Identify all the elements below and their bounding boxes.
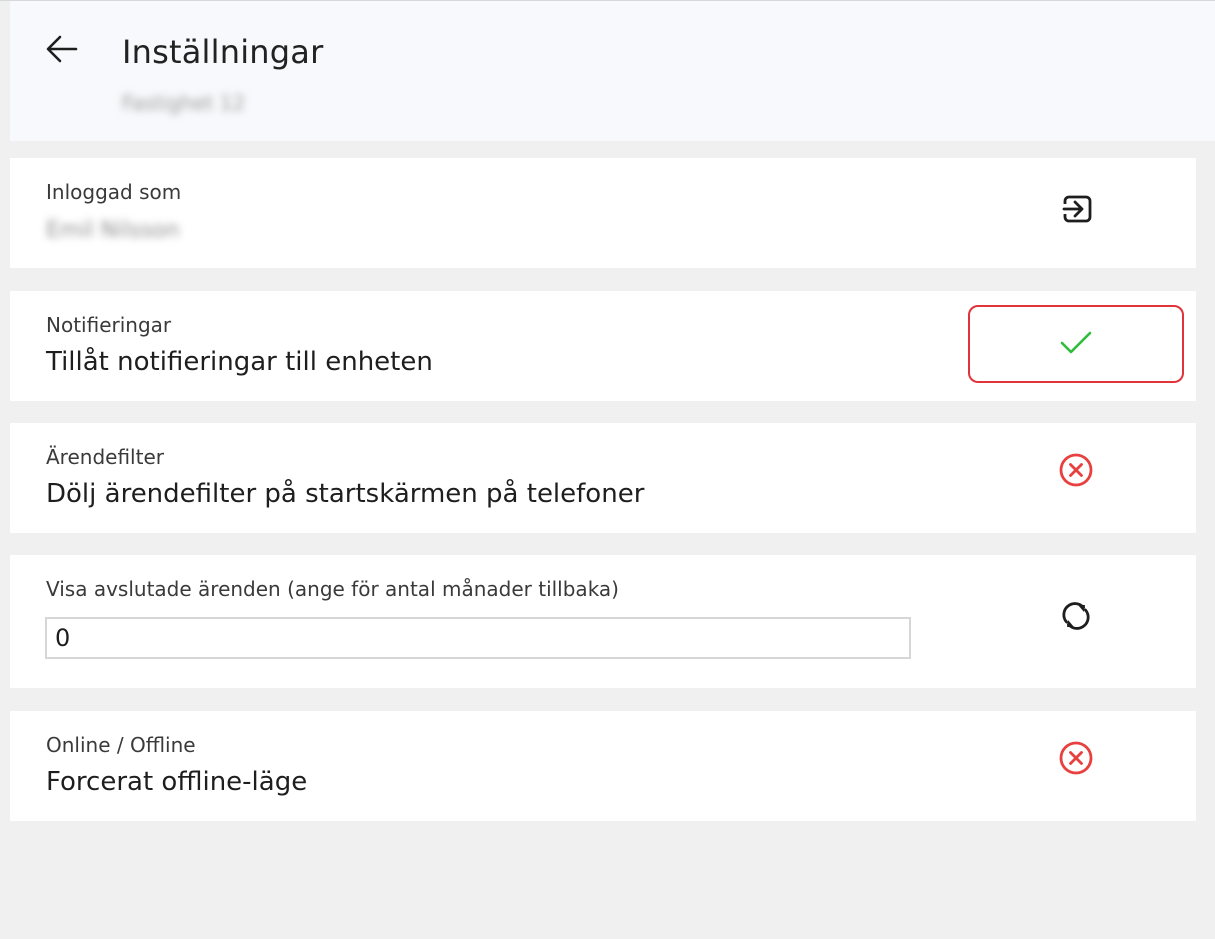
logged-in-user: Emil Nilsson bbox=[46, 218, 180, 243]
notifications-description: Tillåt notifieringar till enheten bbox=[46, 347, 433, 377]
logged-in-label: Inloggad som bbox=[46, 180, 182, 204]
arrow-left-icon bbox=[42, 29, 82, 73]
logout-icon bbox=[1056, 189, 1096, 233]
page-title: Inställningar bbox=[122, 33, 324, 71]
check-icon bbox=[1056, 322, 1096, 366]
online-offline-description: Forcerat offline-läge bbox=[46, 767, 308, 797]
case-filter-card: Ärendefilter Dölj ärendefilter på starts… bbox=[10, 423, 1196, 533]
refresh-button[interactable] bbox=[1051, 593, 1101, 643]
case-filter-label: Ärendefilter bbox=[46, 445, 164, 469]
closed-cases-label: Visa avslutade ärenden (ange för antal m… bbox=[46, 577, 619, 601]
settings-page: Inställningar Fastighet 12 Inloggad som … bbox=[0, 0, 1215, 939]
case-filter-toggle[interactable] bbox=[1051, 447, 1101, 497]
case-filter-description: Dölj ärendefilter på startskärmen på tel… bbox=[46, 479, 645, 509]
online-offline-label: Online / Offline bbox=[46, 733, 196, 757]
logged-in-card: Inloggad som Emil Nilsson bbox=[10, 158, 1196, 268]
back-button[interactable] bbox=[40, 29, 84, 73]
close-circle-icon bbox=[1056, 450, 1096, 494]
online-offline-card: Online / Offline Forcerat offline-läge bbox=[10, 711, 1196, 821]
close-circle-icon bbox=[1056, 738, 1096, 782]
notifications-card: Notifieringar Tillåt notifieringar till … bbox=[10, 291, 1196, 401]
offline-toggle[interactable] bbox=[1051, 735, 1101, 785]
app-header: Inställningar Fastighet 12 bbox=[10, 1, 1215, 141]
notifications-toggle[interactable] bbox=[968, 305, 1184, 383]
logout-button[interactable] bbox=[1051, 186, 1101, 236]
refresh-icon bbox=[1056, 596, 1096, 640]
months-input[interactable] bbox=[45, 617, 911, 659]
closed-cases-card: Visa avslutade ärenden (ange för antal m… bbox=[10, 555, 1196, 688]
notifications-label: Notifieringar bbox=[46, 313, 172, 337]
page-subtitle: Fastighet 12 bbox=[122, 91, 246, 115]
